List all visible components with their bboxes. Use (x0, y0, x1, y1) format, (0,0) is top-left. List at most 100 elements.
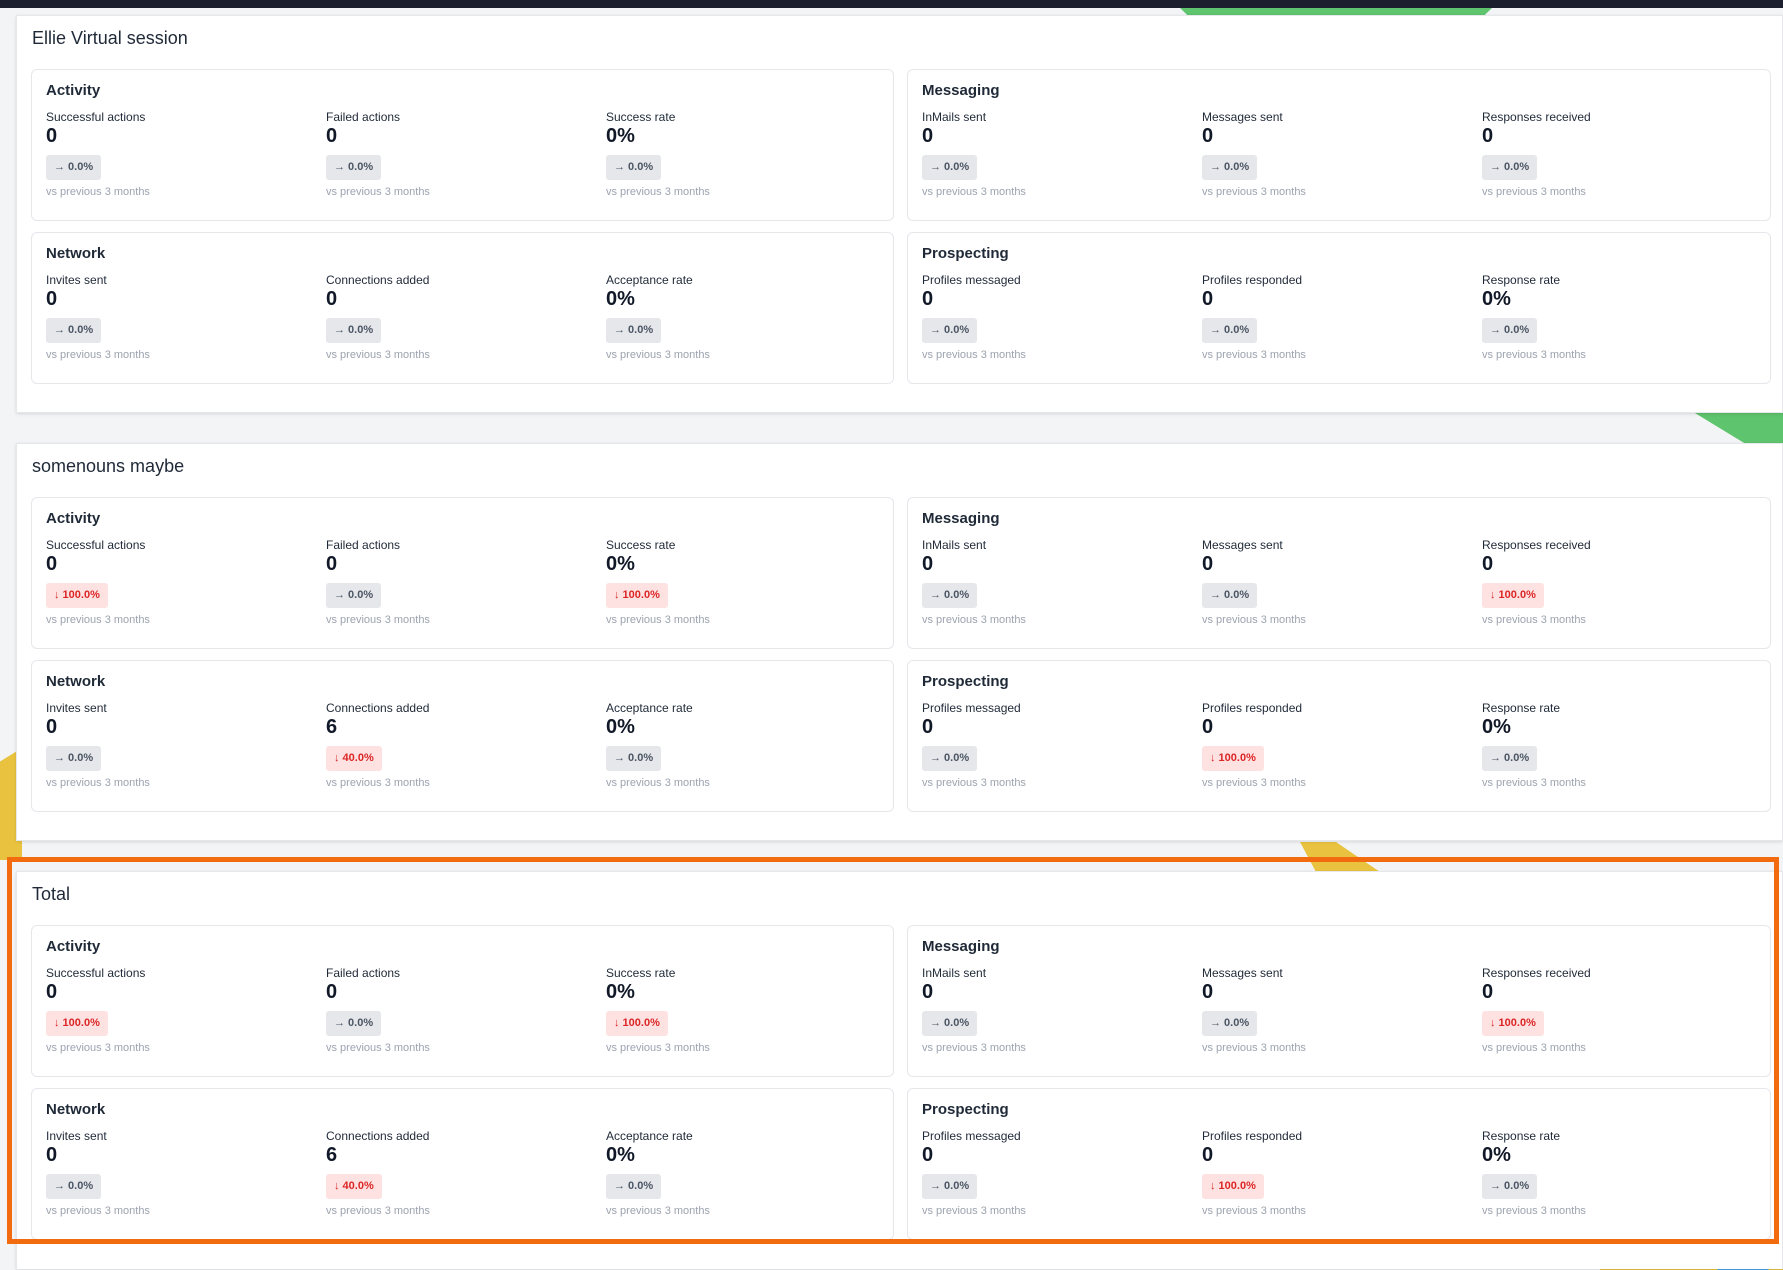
change-badge: ↓ 100.0% (46, 1011, 108, 1036)
prospecting-card: Prospecting Profiles messaged 0 → 0.0% vs pr… (907, 1088, 1771, 1240)
change-badge: → 0.0% (1482, 1174, 1538, 1199)
metric: Invites sent 0 → 0.0% vs previous 3 months (46, 1129, 316, 1234)
metric: Messages sent 0 → 0.0% vs previous 3 months (1202, 110, 1472, 215)
card-title: Activity (46, 82, 101, 99)
metric: Profiles responded 0 ↓ 100.0% vs previous 3… (1202, 1129, 1472, 1234)
change-badge: → 0.0% (326, 583, 382, 608)
metric-value: 0 (1202, 553, 1214, 575)
prospecting-card: Prospecting Profiles messaged 0 → 0.0% vs pr… (907, 232, 1771, 384)
metric-value: 0% (606, 553, 635, 575)
metric-label: Success rate (606, 110, 676, 124)
comparison-note: vs previous 3 months (1482, 1042, 1586, 1054)
change-badge: ↓ 40.0% (326, 1174, 382, 1199)
metric-label: Invites sent (46, 273, 107, 287)
metric-value: 0 (922, 288, 934, 310)
change-badge: ↓ 100.0% (1482, 583, 1544, 608)
card-title: Prospecting (922, 1101, 1009, 1118)
metric: Successful actions 0 ↓ 100.0% vs previous 3… (46, 966, 316, 1071)
metric: Connections added 6 ↓ 40.0% vs previous 3 m… (326, 701, 596, 806)
metric-value: 0% (606, 1144, 635, 1166)
comparison-note: vs previous 3 months (1482, 1205, 1586, 1217)
change-badge: → 0.0% (606, 318, 662, 343)
metric-value: 0 (326, 125, 338, 147)
metric-label: Success rate (606, 538, 676, 552)
comparison-note: vs previous 3 months (1482, 614, 1586, 626)
metric-value: 0 (326, 553, 338, 575)
activity-card: Activity Successful actions 0 ↓ 100.0% vs pr… (31, 497, 894, 649)
comparison-note: vs previous 3 months (326, 1042, 430, 1054)
metric-label: Connections added (326, 273, 430, 287)
metric-label: Messages sent (1202, 966, 1283, 980)
change-badge: → 0.0% (46, 318, 102, 343)
change-badge: ↓ 100.0% (1202, 746, 1264, 771)
comparison-note: vs previous 3 months (606, 777, 710, 789)
card-title: Network (46, 673, 106, 690)
metric-value: 0 (1202, 288, 1214, 310)
metric-label: Successful actions (46, 538, 146, 552)
metric-value: 0% (606, 125, 635, 147)
metric: InMails sent 0 → 0.0% vs previous 3 months (922, 538, 1192, 643)
change-badge: → 0.0% (922, 746, 978, 771)
card-title: Messaging (922, 82, 1000, 99)
comparison-note: vs previous 3 months (1202, 186, 1306, 198)
card-title: Messaging (922, 510, 1000, 527)
metric-label: Profiles messaged (922, 273, 1021, 287)
metric: Acceptance rate 0% → 0.0% vs previous 3 mon… (606, 1129, 876, 1234)
metric-label: Acceptance rate (606, 1129, 693, 1143)
messaging-card: Messaging InMails sent 0 → 0.0% vs previous … (907, 925, 1771, 1077)
metric-label: Response rate (1482, 701, 1561, 715)
comparison-note: vs previous 3 months (1482, 777, 1586, 789)
metric-value: 0 (46, 1144, 58, 1166)
metric: Failed actions 0 → 0.0% vs previous 3 month… (326, 538, 596, 643)
metric-value: 0 (922, 1144, 934, 1166)
metric: Responses received 0 → 0.0% vs previous 3 m… (1482, 110, 1752, 215)
change-badge: → 0.0% (922, 155, 978, 180)
change-badge: ↓ 100.0% (1202, 1174, 1264, 1199)
metric-label: Profiles responded (1202, 1129, 1303, 1143)
change-badge: ↓ 40.0% (326, 746, 382, 771)
metric-label: Failed actions (326, 538, 401, 552)
change-badge: → 0.0% (922, 583, 978, 608)
comparison-note: vs previous 3 months (326, 186, 430, 198)
metric-label: Response rate (1482, 1129, 1561, 1143)
metric-value: 0 (922, 716, 934, 738)
metric: Profiles messaged 0 → 0.0% vs previous 3 mo… (922, 1129, 1192, 1234)
change-badge: → 0.0% (1482, 155, 1538, 180)
change-badge: ↓ 100.0% (46, 583, 108, 608)
metric-label: Connections added (326, 1129, 430, 1143)
comparison-note: vs previous 3 months (606, 1205, 710, 1217)
card-title: Prospecting (922, 673, 1009, 690)
change-badge: → 0.0% (46, 1174, 102, 1199)
session-title: Total (32, 884, 71, 904)
metric: Invites sent 0 → 0.0% vs previous 3 months (46, 701, 316, 806)
change-badge: → 0.0% (606, 746, 662, 771)
network-card: Network Invites sent 0 → 0.0% vs previous 3 … (31, 1088, 894, 1240)
network-card: Network Invites sent 0 → 0.0% vs previous 3 … (31, 232, 894, 384)
comparison-note: vs previous 3 months (46, 186, 150, 198)
metric: Success rate 0% ↓ 100.0% vs previous 3 mont… (606, 966, 876, 1071)
comparison-note: vs previous 3 months (326, 777, 430, 789)
change-badge: ↓ 100.0% (606, 583, 668, 608)
metric-label: Messages sent (1202, 110, 1283, 124)
comparison-note: vs previous 3 months (1482, 349, 1586, 361)
metric-value: 0 (326, 981, 338, 1003)
decorative-green-shape (1690, 410, 1783, 444)
metric-value: 0% (1482, 716, 1511, 738)
comparison-note: vs previous 3 months (1202, 349, 1306, 361)
metric-label: Acceptance rate (606, 273, 693, 287)
metric: Response rate 0% → 0.0% vs previous 3 month… (1482, 701, 1752, 806)
metric: Success rate 0% ↓ 100.0% vs previous 3 mont… (606, 538, 876, 643)
metric-value: 0 (1202, 716, 1214, 738)
comparison-note: vs previous 3 months (606, 186, 710, 198)
change-badge: → 0.0% (922, 1011, 978, 1036)
metric: Profiles responded 0 → 0.0% vs previous 3 m… (1202, 273, 1472, 378)
metric: InMails sent 0 → 0.0% vs previous 3 months (922, 966, 1192, 1071)
comparison-note: vs previous 3 months (326, 1205, 430, 1217)
card-title: Activity (46, 938, 101, 955)
session-panel: Ellie Virtual session Activity Successful … (16, 15, 1783, 413)
card-title: Prospecting (922, 245, 1009, 262)
change-badge: ↓ 100.0% (606, 1011, 668, 1036)
change-badge: → 0.0% (606, 155, 662, 180)
metric-label: Failed actions (326, 966, 401, 980)
metric-label: Connections added (326, 701, 430, 715)
